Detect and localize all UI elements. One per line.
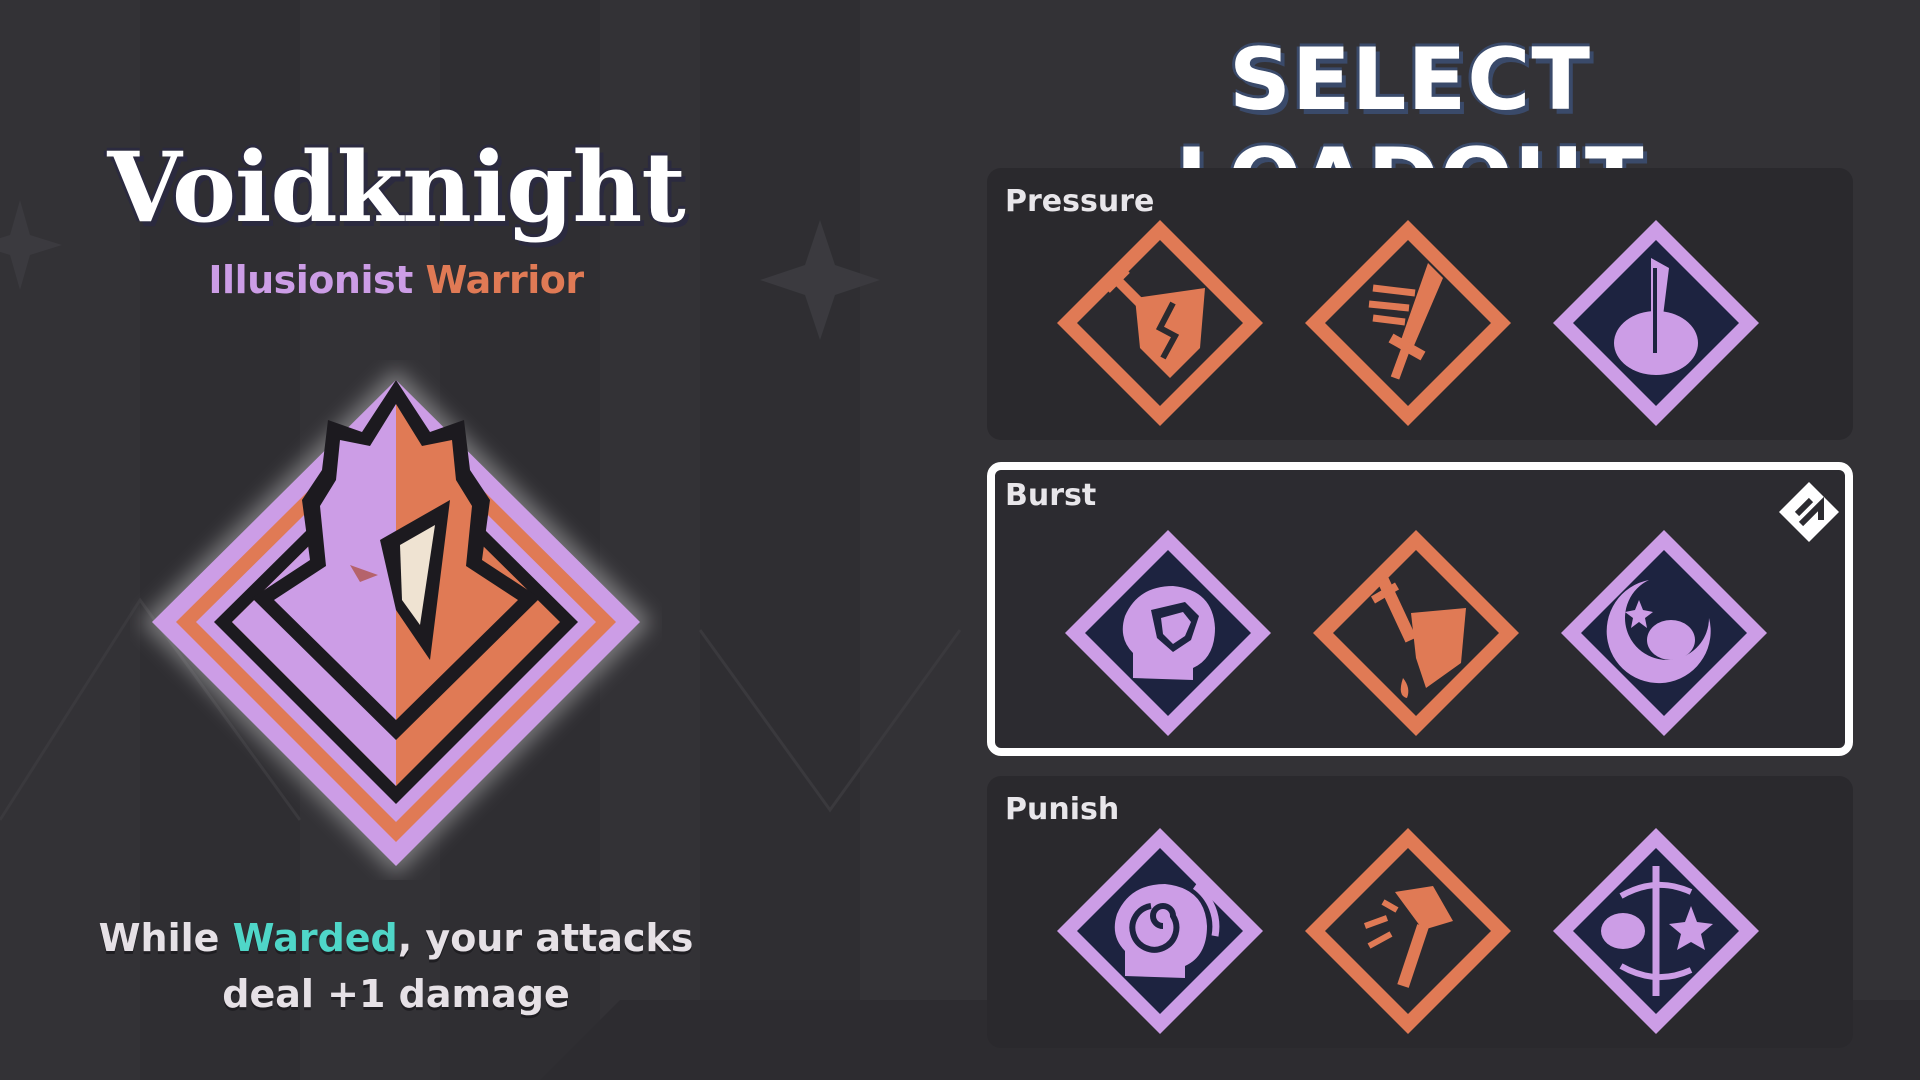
blade-brain-icon[interactable]	[1551, 218, 1761, 428]
class-warrior: Warrior	[425, 258, 585, 302]
sword-shield-break-icon[interactable]	[1055, 218, 1265, 428]
class-illusionist: Illusionist	[208, 258, 413, 302]
passive-keyword[interactable]: Warded	[233, 916, 398, 960]
voidknight-helmet-icon	[140, 368, 652, 876]
passive-suffix: , your attacks	[397, 916, 694, 960]
hero-classes: Illusionist Warrior	[90, 258, 702, 302]
spiral-mind-icon[interactable]	[1055, 826, 1265, 1036]
moon-brain-icon[interactable]	[1559, 528, 1769, 738]
passive-line-2: deal +1 damage	[222, 972, 570, 1016]
hero-name: Voidknight	[107, 131, 685, 244]
loadout-pressure[interactable]: Pressure	[987, 168, 1853, 440]
equipped-marker-icon	[1779, 482, 1839, 542]
mind-shield-icon[interactable]	[1063, 528, 1273, 738]
brain-star-swap-icon[interactable]	[1551, 826, 1761, 1036]
hero-passive: While Warded, your attacks deal +1 damag…	[90, 910, 702, 1022]
sword-bleed-shield-icon[interactable]	[1311, 528, 1521, 738]
loadout-name: Burst	[1005, 478, 1097, 513]
loadout-name: Pressure	[1005, 184, 1155, 219]
winged-sword-icon[interactable]	[1303, 218, 1513, 428]
passive-prefix: While	[98, 916, 233, 960]
loadout-burst[interactable]: Burst	[987, 462, 1853, 756]
loadout-name: Punish	[1005, 792, 1120, 827]
hammer-strike-icon[interactable]	[1303, 826, 1513, 1036]
loadout-punish[interactable]: Punish	[987, 776, 1853, 1048]
